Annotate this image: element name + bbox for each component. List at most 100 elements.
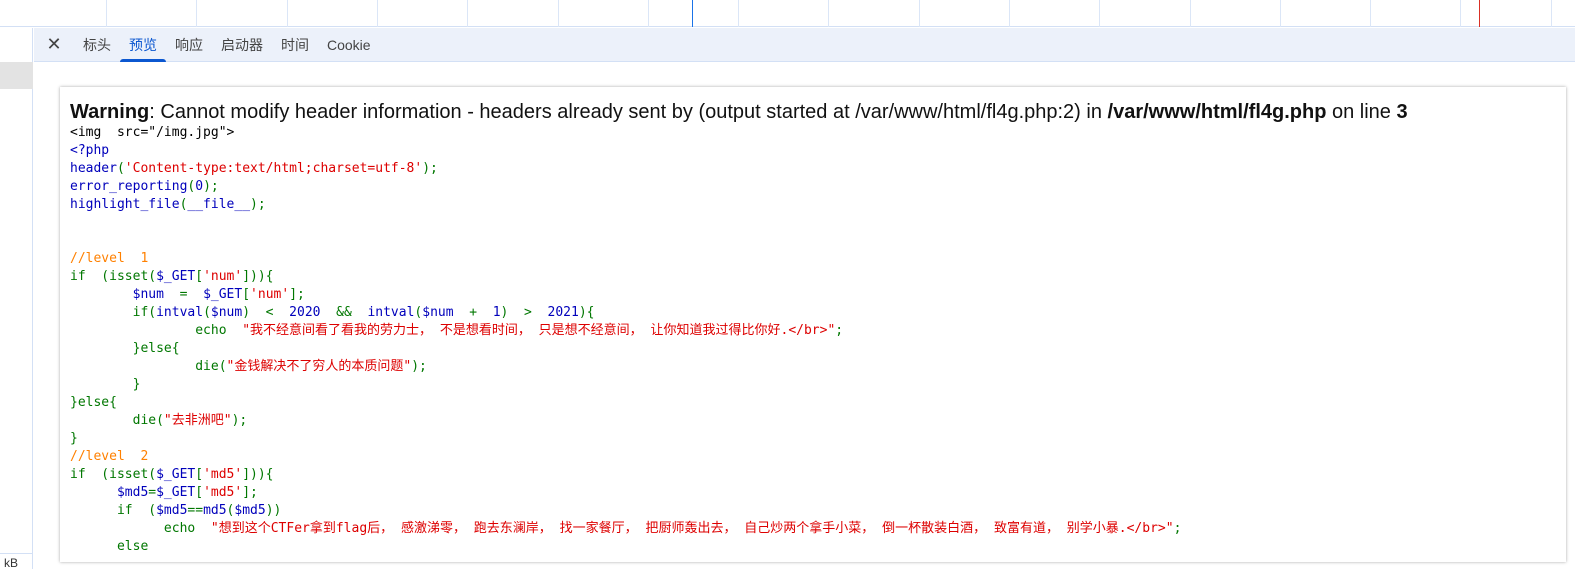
waterfall-timeline (0, 0, 1575, 27)
code-token: = (179, 287, 204, 302)
code-token: if ( (70, 503, 157, 518)
tab-preview[interactable]: 预览 (120, 28, 166, 62)
code-line: } (70, 430, 1556, 448)
code-token: 1 (492, 305, 501, 320)
code-token: ); (411, 359, 427, 374)
code-line: die("去非洲吧"); (70, 412, 1556, 430)
code-token: else (70, 539, 149, 554)
code-token: ])){ (242, 467, 274, 482)
timeline-gridline (738, 0, 739, 27)
timeline-gridline (558, 0, 559, 27)
code-token: "想到这个CTFer拿到flag后， 感激涕零， 跑去东澜岸， 找一家餐厅， 把… (210, 521, 1174, 536)
selected-request-row[interactable] (0, 62, 33, 89)
code-token: }else{ (70, 395, 117, 410)
code-token: ; (835, 323, 844, 338)
code-token: ); (203, 179, 219, 194)
tab-cookies[interactable]: Cookie (318, 28, 380, 62)
code-token: <?php (70, 143, 110, 158)
code-token: ){ (578, 305, 595, 320)
code-line: $num = $_GET['num']; (70, 286, 1556, 304)
code-token: <img src="/img.jpg"> (70, 125, 235, 140)
timeline-gridline (1099, 0, 1100, 27)
transfer-size-label: kB (4, 556, 19, 570)
code-token: ); (231, 413, 248, 428)
code-token: ) < (242, 305, 290, 320)
code-token: ) > (500, 305, 548, 320)
code-token: //level 1 (70, 251, 149, 266)
code-token: 0 (195, 179, 204, 194)
code-token: [ (195, 269, 204, 284)
timeline-gridline (1370, 0, 1371, 27)
details-tab-bar: ✕ 标头 预览 响应 启动器 时间 Cookie (34, 28, 1575, 62)
timeline-gridline (828, 0, 829, 27)
code-line: if ($md5==md5($md5)) (70, 502, 1556, 520)
code-token: intval (156, 305, 204, 320)
warning-line-number: 3 (1396, 101, 1408, 123)
warning-file: /var/www/html/fl4g.php (1107, 101, 1327, 123)
timeline-gridline (287, 0, 288, 27)
warning-label: Warning (70, 101, 150, 123)
warning-on-line: on line (1326, 101, 1397, 123)
request-list-pane (0, 28, 33, 569)
code-token: 'Content-type:text/html;charset=utf-8' (124, 161, 423, 176)
code-token: $num (210, 305, 243, 320)
highlighted-source: <img src="/img.jpg"> <?php header('Content… (70, 124, 1556, 556)
code-token: "去非洲吧" (163, 413, 232, 428)
php-warning: Warning: Cannot modify header informatio… (70, 99, 1556, 125)
code-token: 'md5' (203, 467, 243, 482)
timeline-gridline (1551, 0, 1552, 27)
code-token: ); (250, 197, 266, 212)
code-token: 2020 (289, 305, 337, 320)
code-line: if (isset($_GET['num'])){ (70, 268, 1556, 286)
code-line: //level 2 (70, 448, 1556, 466)
code-token: ]; (242, 485, 258, 500)
code-line: else (70, 538, 1556, 556)
code-token: + (469, 305, 493, 320)
code-token: //level 2 (70, 449, 149, 464)
code-line: //level 1 (70, 250, 1556, 268)
code-token: ]; (289, 287, 305, 302)
code-line: <?php (70, 142, 1556, 160)
code-token: 2021 (547, 305, 579, 320)
code-token: }else{ (70, 341, 180, 356)
code-token: die( (70, 413, 164, 428)
code-token: [ (195, 485, 204, 500)
tab-initiator[interactable]: 启动器 (212, 28, 272, 62)
timeline-gridline (377, 0, 378, 27)
warning-message: Cannot modify header information - heade… (160, 101, 1108, 123)
tab-timing[interactable]: 时间 (272, 28, 318, 62)
timeline-gridline (1190, 0, 1191, 27)
tab-headers[interactable]: 标头 (74, 28, 120, 62)
code-token: ( (116, 161, 125, 176)
timeline-gridline (1280, 0, 1281, 27)
timeline-gridline (196, 0, 197, 27)
code-line: $md5=$_GET['md5']; (70, 484, 1556, 502)
timeline-gridline (467, 0, 468, 27)
timeline-gridline (106, 0, 107, 27)
code-token: error_reporting (70, 179, 188, 194)
code-token: } (70, 377, 141, 392)
code-token: header (70, 161, 117, 176)
code-token: $_GET (203, 287, 243, 302)
code-line: }else{ (70, 340, 1556, 358)
code-line: highlight_file(__file__); (70, 196, 1556, 214)
code-line: echo "我不经意间看了看我的劳力士， 不是想看时间， 只是想不经意间， 让你… (70, 322, 1556, 340)
code-token: 'num' (250, 287, 290, 302)
code-token: [ (195, 467, 204, 482)
code-token: $_GET (156, 269, 196, 284)
code-token: } (70, 431, 78, 446)
code-token: ); (422, 161, 438, 176)
code-token: $md5 (234, 503, 266, 518)
code-token: $_GET (156, 485, 196, 500)
code-line: error_reporting(0); (70, 178, 1556, 196)
code-token: )) (265, 503, 282, 518)
tab-response[interactable]: 响应 (166, 28, 212, 62)
close-icon[interactable]: ✕ (34, 34, 74, 55)
code-token: ])){ (242, 269, 274, 284)
code-line: } (70, 376, 1556, 394)
warning-sep: : (149, 101, 161, 123)
timeline-gridline (919, 0, 920, 27)
